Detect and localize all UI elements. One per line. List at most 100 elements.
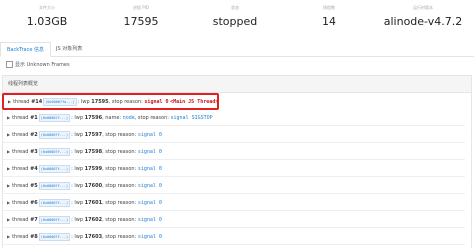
thread-row[interactable]: ▶ thread #5 (0x00007f...): lwp 17600, stop… xyxy=(3,178,465,194)
stop-reason-label: , stop reason: xyxy=(108,99,145,105)
triangle-right-icon[interactable]: ▶ xyxy=(8,95,11,108)
stat-value: stopped xyxy=(212,15,258,28)
lwp-label: : lwp xyxy=(71,115,85,121)
triangle-right-icon[interactable]: ▶ xyxy=(7,195,10,211)
thread-lwp: 17598 xyxy=(84,149,103,155)
thread-address: (0x00007fa...) xyxy=(43,97,77,106)
thread-number: #14 xyxy=(31,99,43,105)
thread-row[interactable]: ▶ thread #4 (0x00007f...): lwp 17599, stop… xyxy=(3,161,465,177)
thread-row[interactable]: ▶ thread #1 (0x00007f...): lwp 17596, name… xyxy=(3,110,465,126)
thread-prefix: thread xyxy=(12,115,29,121)
name-label: , name: xyxy=(102,115,123,121)
lwp-label: : lwp xyxy=(77,99,92,105)
thread-row[interactable]: ▶ thread #3 (0x00007f...): lwp 17598, stop… xyxy=(3,144,465,160)
triangle-right-icon[interactable]: ▶ xyxy=(7,229,10,245)
thread-prefix: thread xyxy=(12,200,29,206)
stat-pid: 进程 PID 17595 xyxy=(94,0,188,29)
thread-lwp: 17595 xyxy=(91,99,109,105)
triangle-right-icon[interactable]: ▶ xyxy=(7,178,10,194)
thread-number: #3 xyxy=(30,149,38,155)
triangle-right-icon[interactable]: ▶ xyxy=(7,144,10,160)
thread-prefix: thread xyxy=(12,166,29,172)
thread-lwp: 17596 xyxy=(84,115,103,121)
thread-number: #8 xyxy=(30,234,38,240)
thread-address: (0x00007f...) xyxy=(38,232,71,241)
thread-address: (0x00007f...) xyxy=(38,147,71,156)
thread-prefix: thread xyxy=(12,183,29,189)
stop-reason-label: , stop reason: xyxy=(102,183,138,189)
triangle-right-icon[interactable]: ▶ xyxy=(7,110,10,126)
thread-prefix: thread xyxy=(12,234,29,240)
stat-value: alinode-v4.7.2 xyxy=(383,15,463,28)
stat-runtime-version: 运行时版本 alinode-v4.7.2 xyxy=(376,0,470,29)
lwp-label: : lwp xyxy=(71,166,85,172)
stop-reason-label: , stop reason: xyxy=(102,200,138,206)
lwp-label: : lwp xyxy=(71,217,85,223)
tab-bar: BackTrace 信息 JS 对象列表 xyxy=(0,42,474,57)
tab-backtrace[interactable]: BackTrace 信息 xyxy=(0,42,51,57)
thread-address: (0x00007f...) xyxy=(38,130,71,139)
thread-row[interactable]: ▶ thread #6 (0x00007f...): lwp 17601, stop… xyxy=(3,195,465,211)
stop-signal: signal 0 xyxy=(137,183,162,189)
stop-reason-label: , stop reason: xyxy=(102,149,138,155)
thread-lwp: 17597 xyxy=(84,132,103,138)
stat-label: 进程 PID xyxy=(133,5,149,10)
thread-row[interactable]: ▶ thread #8 (0x00007f...): lwp 17603, stop… xyxy=(3,229,465,245)
stop-signal: signal SIGSTOP xyxy=(170,115,213,121)
checkbox-icon[interactable] xyxy=(6,61,13,68)
thread-address: (0x00007f...) xyxy=(38,198,71,207)
thread-name: node xyxy=(122,115,135,121)
thread-number: #1 xyxy=(30,115,38,121)
thread-address: (0x00007f...) xyxy=(38,215,71,224)
thread-row[interactable]: ▶ thread #7 (0x00007f...): lwp 17602, stop… xyxy=(3,212,465,228)
lwp-label: : lwp xyxy=(71,132,85,138)
thread-lwp: 17599 xyxy=(84,166,103,172)
thread-lwp: 17602 xyxy=(84,217,103,223)
stop-reason-label: , stop reason: xyxy=(102,166,138,172)
thread-prefix: thread xyxy=(13,99,30,105)
triangle-right-icon[interactable]: ▶ xyxy=(7,161,10,177)
stop-signal: signal 0 xyxy=(137,234,162,240)
stat-label: 线程数 xyxy=(323,5,335,10)
stat-label: 运行时版本 xyxy=(413,5,433,10)
stat-label: 状态 xyxy=(231,5,239,10)
thread-prefix: thread xyxy=(12,217,29,223)
stat-value: 14 xyxy=(322,15,336,28)
stat-file-size: 文件大小 1.03GB xyxy=(0,0,94,29)
stat-label: 文件大小 xyxy=(39,5,55,10)
triangle-right-icon[interactable]: ▶ xyxy=(7,127,10,143)
thread-row[interactable]: ▶ thread #14 (0x00007fa...): lwp 17595, st… xyxy=(2,93,219,110)
tab-js-objects[interactable]: JS 对象列表 xyxy=(50,42,88,56)
stop-reason-label: , stop reason: xyxy=(102,234,138,240)
stop-signal: signal 0 xyxy=(137,166,162,172)
thread-lwp: 17603 xyxy=(84,234,103,240)
lwp-label: : lwp xyxy=(71,183,85,189)
thread-address: (0x00007f...) xyxy=(38,164,71,173)
stop-reason-label: , stop reason: xyxy=(102,217,138,223)
thread-number: #2 xyxy=(30,132,38,138)
stat-value: 17595 xyxy=(123,15,159,28)
thread-prefix: thread xyxy=(12,132,29,138)
thread-address: (0x00007f...) xyxy=(38,181,71,190)
thread-number: #7 xyxy=(30,217,38,223)
stop-signal: signal 0 xyxy=(144,99,169,105)
triangle-right-icon[interactable]: ▶ xyxy=(7,212,10,228)
stop-signal: signal 0 xyxy=(137,200,162,206)
thread-prefix: thread xyxy=(12,149,29,155)
summary-stats: 文件大小 1.03GB 进程 PID 17595 状态 stopped 线程数 … xyxy=(0,0,474,36)
thread-lwp: 17600 xyxy=(84,183,103,189)
stat-value: 1.03GB xyxy=(26,15,68,28)
stop-reason-label: , stop reason: xyxy=(134,115,171,121)
thread-number: #5 xyxy=(30,183,38,189)
filter-label: 显示 Unknown Frames xyxy=(15,62,70,68)
lwp-label: : lwp xyxy=(71,149,85,155)
thread-row[interactable]: ▶ thread #2 (0x00007f...): lwp 17597, stop… xyxy=(3,127,465,143)
thread-lwp: 17601 xyxy=(84,200,103,206)
stop-signal: signal 0 xyxy=(137,149,162,155)
stop-signal: signal 0 xyxy=(137,132,162,138)
lwp-label: : lwp xyxy=(71,234,85,240)
unknown-frames-filter[interactable]: 显示 Unknown Frames xyxy=(6,60,70,70)
stat-thread-count: 线程数 14 xyxy=(282,0,376,29)
thread-tag: <Main JS Thread> xyxy=(170,99,219,105)
thread-number: #6 xyxy=(30,200,38,206)
